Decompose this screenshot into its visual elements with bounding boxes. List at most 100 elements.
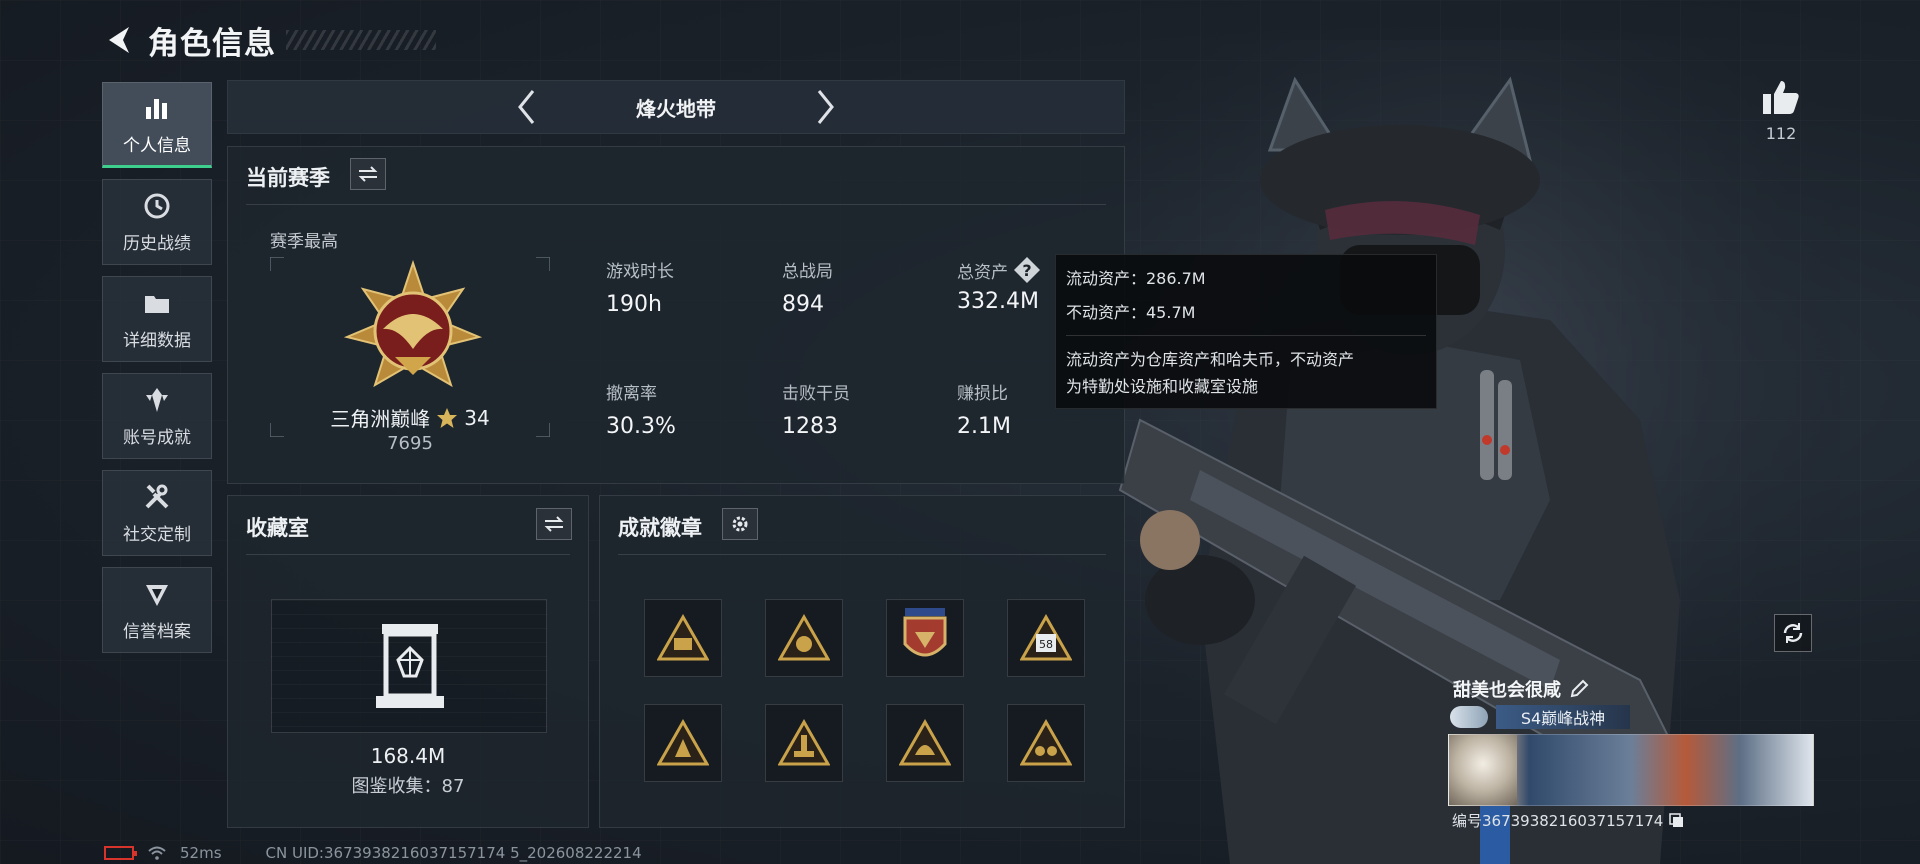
nav-label: 社交定制 — [123, 524, 191, 545]
stat-value: 894 — [782, 292, 824, 317]
nav-item-detailed-data[interactable]: 详细数据 — [102, 276, 212, 362]
copy-icon[interactable] — [1669, 812, 1685, 829]
character-title: S4巅峰战神 — [1496, 705, 1630, 729]
mode-next-button[interactable] — [806, 87, 846, 127]
nav-item-personal-info[interactable]: 个人信息 — [102, 82, 212, 168]
chevron-right-icon — [817, 90, 834, 124]
rank-stars: 34 — [464, 405, 490, 430]
stat-profit-loss: 赚损比 2.1M — [957, 379, 1011, 439]
uid-line: CN UID:3673938216037157174 5_20260822221… — [265, 844, 642, 862]
collection-room-preview[interactable] — [271, 599, 547, 733]
character-title-row: S4巅峰战神 — [1450, 704, 1630, 730]
badges-panel: 成就徽章 58 — [599, 495, 1125, 828]
tooltip-liquid-assets: 流动资产：286.7M — [1066, 269, 1206, 288]
stat-label: 总战局 — [782, 262, 833, 282]
tooltip-fixed-assets: 不动资产：45.7M — [1066, 303, 1196, 322]
page-header: 角色信息 — [100, 18, 436, 62]
nav-label: 历史战绩 — [123, 233, 191, 254]
tools-icon — [145, 484, 169, 508]
badge-slot[interactable] — [886, 704, 964, 782]
season-panel: 当前赛季 赛季最高 三角洲巅峰 34 7695 游戏时长 190h 总战局 89… — [227, 146, 1125, 484]
title-badge-icon — [1450, 706, 1488, 728]
nav-item-history[interactable]: 历史战绩 — [102, 179, 212, 265]
rank-points: 7695 — [387, 433, 433, 454]
badge-shield-icon — [903, 608, 947, 657]
collection-panel: 收藏室 168.4M 图鉴收集：87 — [227, 495, 589, 828]
rank-name-row: 三角洲巅峰 34 — [270, 403, 550, 432]
refresh-icon — [1783, 623, 1803, 643]
assets-tooltip: 流动资产：286.7M 不动资产：45.7M 流动资产为仓库资产和哈夫币，不动资… — [1055, 254, 1437, 409]
stat-value: 30.3% — [606, 414, 676, 439]
collection-divider — [246, 554, 570, 555]
stat-value: 190h — [606, 292, 662, 317]
badge-slot[interactable] — [644, 704, 722, 782]
stat-label: 总资产 — [957, 262, 1008, 283]
help-question-icon[interactable]: ? — [1014, 257, 1040, 283]
avatar — [1449, 735, 1517, 805]
stat-total-matches: 总战局 894 — [782, 257, 833, 317]
badge-triangle-icon: 58 — [1020, 614, 1072, 661]
mode-prev-button[interactable] — [506, 87, 546, 127]
mode-name: 烽火地带 — [636, 96, 716, 121]
gear-icon — [732, 516, 748, 532]
badge-triangle-icon — [778, 614, 830, 661]
badge-slot[interactable] — [886, 599, 964, 677]
profile-banner[interactable] — [1448, 734, 1814, 806]
badge-58-text: 58 — [1039, 638, 1053, 651]
sidebar-nav: 个人信息 历史战绩 详细数据 账号成就 社交定制 信誉档案 — [102, 82, 212, 664]
collection-switch-button[interactable] — [536, 508, 572, 540]
tooltip-divider — [1066, 335, 1426, 336]
like-button[interactable]: 112 — [1756, 78, 1806, 143]
nav-item-credit-file[interactable]: 信誉档案 — [102, 567, 212, 653]
nav-item-achievements[interactable]: 账号成就 — [102, 373, 212, 459]
season-divider — [246, 204, 1106, 205]
nav-label: 详细数据 — [123, 330, 191, 351]
stat-value: 332.4M — [957, 289, 1039, 314]
badge-slot[interactable]: 58 — [1007, 599, 1085, 677]
ping-text: 52ms — [180, 844, 222, 862]
back-arrow-icon[interactable] — [100, 22, 136, 58]
rotate-view-button[interactable] — [1774, 614, 1812, 652]
badge-triangle-icon — [657, 719, 709, 766]
like-count: 112 — [1765, 124, 1797, 143]
season-switch-button[interactable] — [350, 158, 386, 190]
stat-label: 游戏时长 — [606, 262, 674, 282]
stat-label: 撤离率 — [606, 384, 657, 404]
collection-count: 图鉴收集：87 — [351, 776, 465, 797]
badges-grid: 58 — [644, 599, 1085, 782]
display-case-icon — [376, 624, 444, 708]
badge-slot[interactable] — [765, 704, 843, 782]
stat-value: 1283 — [782, 414, 838, 439]
badge-triangle-icon — [899, 719, 951, 766]
collection-value: 168.4M — [370, 744, 446, 768]
stat-value: 2.1M — [957, 414, 1011, 439]
stat-playtime: 游戏时长 190h — [606, 257, 674, 317]
badge-triangle-icon — [778, 719, 830, 766]
star-icon — [437, 407, 458, 428]
battery-icon — [104, 846, 137, 860]
bar-chart-icon — [146, 98, 167, 119]
character-uid-row: 编号3673938216037157174 — [1452, 810, 1685, 831]
badge-triangle-icon — [657, 614, 709, 661]
stat-operators-defeated: 击败干员 1283 — [782, 379, 850, 439]
stat-label: 赚损比 — [957, 384, 1008, 404]
rank-name: 三角洲巅峰 — [330, 407, 431, 431]
character-name-row: 甜美也会很咸 — [1453, 676, 1589, 702]
title-decoration — [286, 30, 436, 50]
stat-total-assets: 总资产 ? 332.4M — [957, 257, 1040, 314]
emblem-icon — [146, 584, 168, 606]
history-clock-icon — [144, 193, 170, 218]
collection-title: 收藏室 — [246, 516, 309, 540]
season-title: 当前赛季 — [246, 166, 330, 190]
badges-divider — [618, 554, 1106, 555]
badge-slot[interactable] — [765, 599, 843, 677]
edit-pencil-icon[interactable] — [1569, 679, 1589, 699]
nav-item-social-custom[interactable]: 社交定制 — [102, 470, 212, 556]
season-best-label: 赛季最高 — [270, 232, 338, 252]
wifi-icon — [148, 846, 166, 860]
tooltip-desc-1: 流动资产为仓库资产和哈夫币，不动资产 — [1066, 350, 1355, 369]
nav-label: 信誉档案 — [123, 621, 191, 642]
badges-settings-button[interactable] — [722, 508, 758, 540]
badge-slot[interactable] — [1007, 704, 1085, 782]
badge-slot[interactable] — [644, 599, 722, 677]
